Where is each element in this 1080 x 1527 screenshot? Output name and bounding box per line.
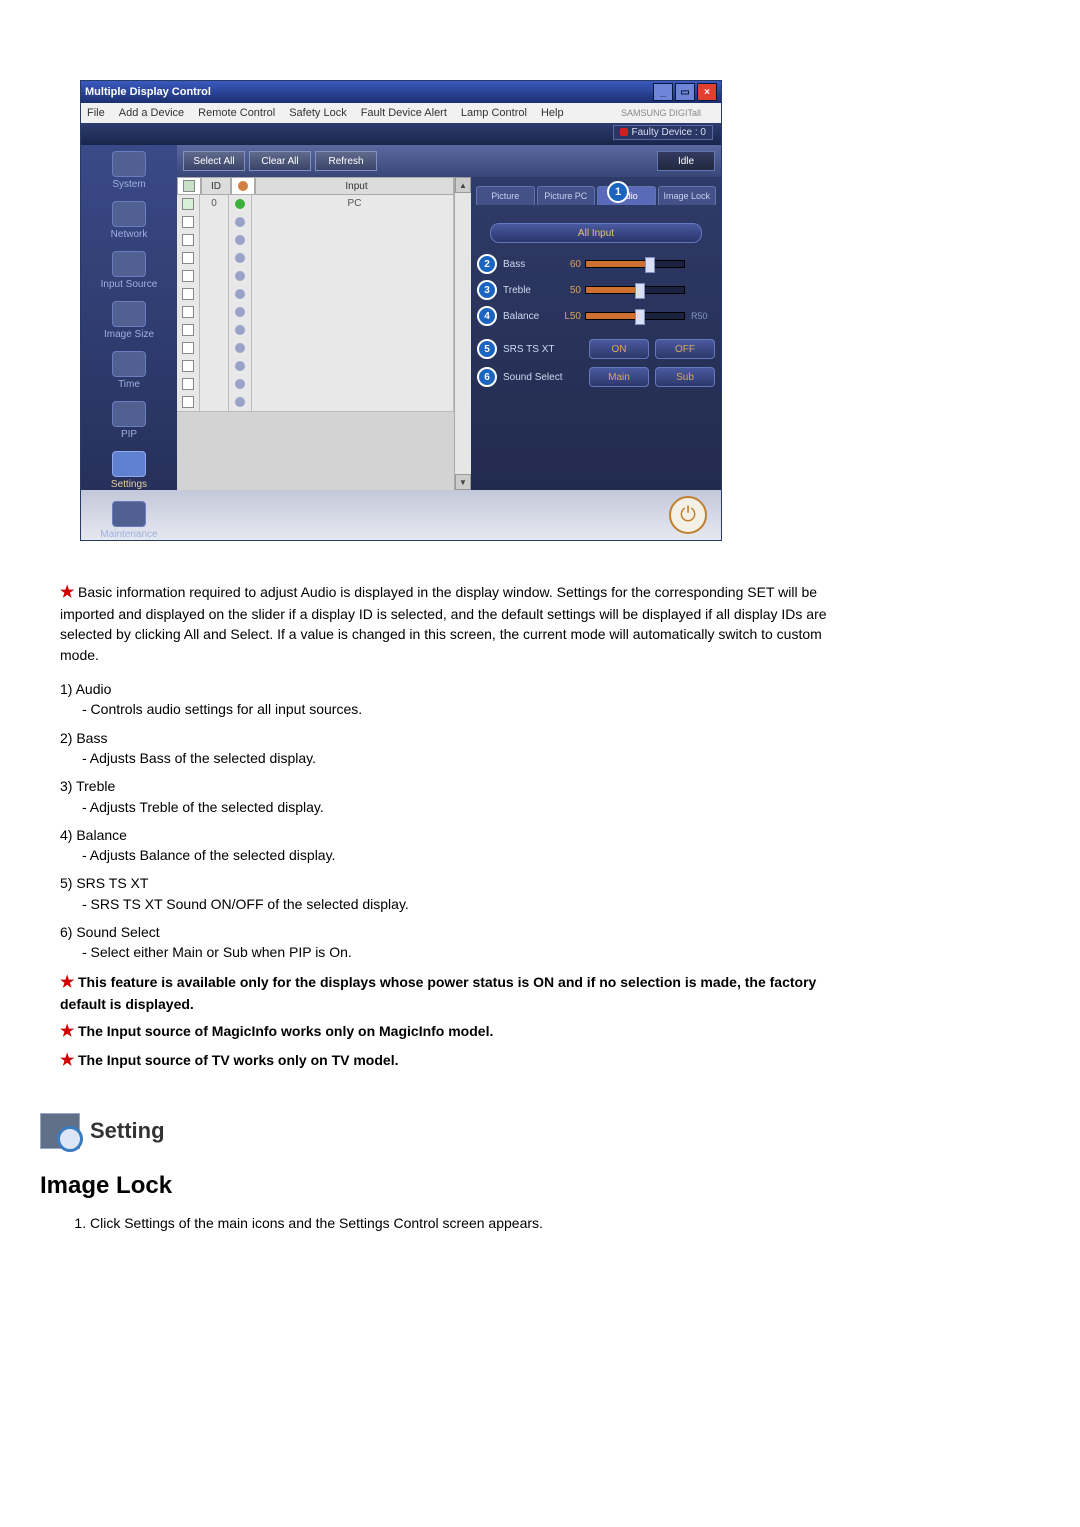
sidebar-item-time[interactable]: Time: [81, 351, 177, 401]
item-1-title: 1) Audio: [60, 679, 840, 699]
tab-picture-pc[interactable]: Picture PC: [537, 186, 596, 205]
srs-off-button[interactable]: OFF: [655, 339, 715, 359]
status-led-icon: [235, 199, 245, 209]
item-4-desc: - Adjusts Balance of the selected displa…: [82, 845, 840, 865]
clear-all-button[interactable]: Clear All: [249, 151, 311, 171]
balance-slider[interactable]: [585, 312, 685, 320]
star-icon: ★: [60, 971, 78, 994]
tab-image-lock[interactable]: Image Lock: [658, 186, 717, 205]
note-1: This feature is available only for the d…: [60, 974, 816, 1012]
callout-6: 6: [477, 367, 497, 387]
menu-remote-control[interactable]: Remote Control: [198, 107, 275, 119]
brand-label: SAMSUNG DIGITall: [621, 108, 701, 118]
idle-indicator: Idle: [657, 151, 715, 171]
app-footer: ⏻: [81, 490, 721, 540]
item-5-desc: - SRS TS XT Sound ON/OFF of the selected…: [82, 894, 840, 914]
refresh-button[interactable]: Refresh: [315, 151, 377, 171]
note-2: The Input source of MagicInfo works only…: [78, 1023, 493, 1039]
bass-value: 60: [553, 259, 585, 270]
sidebar-item-network[interactable]: Network: [81, 201, 177, 251]
balance-label: Balance: [503, 311, 553, 322]
balance-right-value: R50: [691, 311, 715, 321]
scroll-up-icon[interactable]: ▲: [455, 177, 471, 193]
sidebar-item-settings[interactable]: Settings: [81, 451, 177, 501]
menu-lamp-control[interactable]: Lamp Control: [461, 107, 527, 119]
close-icon[interactable]: ×: [697, 83, 717, 101]
maximize-icon[interactable]: ▭: [675, 83, 695, 101]
grid-header-input: Input: [255, 177, 454, 195]
callout-3: 3: [477, 280, 497, 300]
minimize-icon[interactable]: _: [653, 83, 673, 101]
tab-picture[interactable]: Picture: [476, 186, 535, 205]
image-lock-step-1: Click Settings of the main icons and the…: [90, 1213, 840, 1233]
menu-fault-device-alert[interactable]: Fault Device Alert: [361, 107, 447, 119]
sidebar: System Network Input Source Image Size T…: [81, 145, 177, 490]
item-4-title: 4) Balance: [60, 825, 840, 845]
sidebar-item-pip[interactable]: PIP: [81, 401, 177, 451]
star-icon: ★: [60, 1020, 78, 1043]
item-2-title: 2) Bass: [60, 728, 840, 748]
item-6-desc: - Select either Main or Sub when PIP is …: [82, 942, 840, 962]
item-3-title: 3) Treble: [60, 776, 840, 796]
power-icon[interactable]: ⏻: [669, 496, 707, 534]
window-title: Multiple Display Control: [85, 86, 651, 98]
menu-help[interactable]: Help: [541, 107, 564, 119]
sound-main-button[interactable]: Main: [589, 367, 649, 387]
callout-2: 2: [477, 254, 497, 274]
item-2-desc: - Adjusts Bass of the selected display.: [82, 748, 840, 768]
setting-section-title: Setting: [90, 1115, 165, 1147]
bass-label: Bass: [503, 259, 553, 270]
sound-sub-button[interactable]: Sub: [655, 367, 715, 387]
star-icon: ★: [60, 1049, 78, 1072]
faulty-device-badge: Faulty Device : 0: [613, 125, 713, 140]
grid-header-checkbox[interactable]: [177, 177, 201, 195]
sidebar-item-image-size[interactable]: Image Size: [81, 301, 177, 351]
sidebar-item-system[interactable]: System: [81, 151, 177, 201]
document-body: ★Basic information required to adjust Au…: [60, 581, 840, 1234]
item-6-title: 6) Sound Select: [60, 922, 840, 942]
table-row[interactable]: 0 PC: [177, 195, 454, 213]
grid-scrollbar[interactable]: ▲ ▼: [454, 177, 471, 490]
grid-header-status: [231, 177, 255, 195]
srs-on-button[interactable]: ON: [589, 339, 649, 359]
scroll-down-icon[interactable]: ▼: [455, 474, 471, 490]
status-strip: Faulty Device : 0: [81, 123, 721, 145]
all-input-button[interactable]: All Input: [490, 223, 702, 243]
sidebar-item-maintenance[interactable]: Maintenance: [81, 501, 177, 551]
intro-text: Basic information required to adjust Aud…: [60, 584, 827, 663]
setting-section-icon: [40, 1113, 80, 1149]
sound-select-label: Sound Select: [503, 372, 583, 383]
item-3-desc: - Adjusts Treble of the selected display…: [82, 797, 840, 817]
item-1-desc: - Controls audio settings for all input …: [82, 699, 840, 719]
right-panel: Picture Picture PC Audio Image Lock 1 Al…: [471, 177, 721, 490]
center-pane: Select All Clear All Refresh Idle ID Inp…: [177, 145, 721, 490]
balance-left-value: L50: [553, 311, 585, 322]
item-5-title: 5) SRS TS XT: [60, 873, 840, 893]
treble-slider[interactable]: [585, 286, 685, 294]
treble-label: Treble: [503, 285, 553, 296]
menu-file[interactable]: File: [87, 107, 105, 119]
grid-header-id: ID: [201, 177, 231, 195]
select-all-button[interactable]: Select All: [183, 151, 245, 171]
star-icon: ★: [60, 581, 78, 604]
menu-add-device[interactable]: Add a Device: [119, 107, 184, 119]
titlebar: Multiple Display Control _ ▭ ×: [81, 81, 721, 103]
callout-1: 1: [607, 181, 629, 203]
srs-label: SRS TS XT: [503, 344, 583, 355]
menubar: File Add a Device Remote Control Safety …: [81, 103, 721, 123]
device-grid: ID Input 0 PC: [177, 177, 454, 490]
bass-slider[interactable]: [585, 260, 685, 268]
sidebar-item-input-source[interactable]: Input Source: [81, 251, 177, 301]
app-window: Multiple Display Control _ ▭ × File Add …: [80, 80, 722, 541]
callout-5: 5: [477, 339, 497, 359]
treble-value: 50: [553, 285, 585, 296]
callout-4: 4: [477, 306, 497, 326]
menu-safety-lock[interactable]: Safety Lock: [289, 107, 346, 119]
image-lock-title: Image Lock: [40, 1169, 840, 1204]
note-3: The Input source of TV works only on TV …: [78, 1052, 398, 1068]
